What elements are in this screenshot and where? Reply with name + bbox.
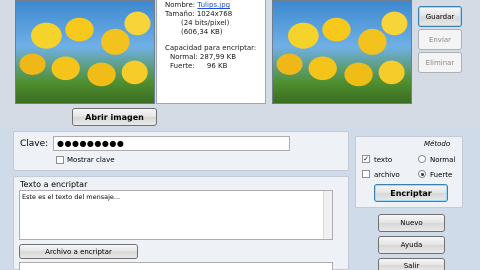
bits-value: (24 bits/pixel) [181, 19, 230, 27]
size-value: 1024x768 [196, 10, 233, 18]
fuerte-radio[interactable] [418, 170, 426, 178]
texto-checkbox-label: texto [374, 156, 393, 164]
texto-title: Texto a encriptar [20, 180, 88, 189]
file-name-link[interactable]: Tulips.jpg [197, 1, 230, 9]
fuerte-capacity-value: 96 KB [206, 62, 228, 70]
textarea-scrollbar[interactable] [323, 191, 332, 239]
normal-capacity-label: Normal: [170, 53, 198, 61]
eliminar-button[interactable]: Eliminar [418, 52, 462, 73]
message-text: Este es el texto del mensaje... [22, 193, 121, 201]
normal-radio[interactable] [418, 155, 426, 163]
archivo-checkbox-label: archivo [374, 171, 400, 179]
file-path-field[interactable] [19, 262, 333, 270]
metodo-title: Método [424, 140, 451, 148]
ayuda-button[interactable]: Ayuda [378, 236, 445, 254]
mostrar-clave-checkbox[interactable] [56, 156, 64, 164]
password-value: ●●●●●●●●● [57, 139, 125, 148]
guardar-button[interactable]: Guardar [418, 6, 462, 27]
abrir-imagen-button[interactable]: Abrir imagen [72, 108, 157, 126]
kb-value: (606,34 KB) [181, 28, 223, 36]
salir-button[interactable]: Salir [378, 258, 445, 270]
normal-capacity-value: 287,99 KB [199, 53, 237, 61]
fuerte-radio-label: Fuerte [430, 171, 453, 179]
clave-label: Clave: [20, 139, 49, 149]
archivo-checkbox[interactable] [362, 170, 370, 178]
original-image [15, 0, 155, 104]
password-input[interactable]: ●●●●●●●●● [53, 136, 290, 151]
nuevo-button[interactable]: Nuevo [378, 214, 445, 232]
image-info-panel: Nombre: Tulips.jpg Tamaño: 1024x768 (24 … [156, 0, 266, 104]
normal-radio-label: Normal [430, 156, 456, 164]
fuerte-capacity-label: Fuerte: [170, 62, 195, 70]
enviar-button[interactable]: Enviar [418, 29, 462, 50]
encrypted-image [272, 0, 412, 104]
capacity-label: Capacidad para encriptar: [165, 44, 257, 52]
mostrar-clave-label: Mostrar clave [67, 156, 115, 164]
name-label: Nombre: [165, 1, 196, 9]
size-label: Tamaño: [165, 10, 195, 18]
message-textarea[interactable]: Este es el texto del mensaje... [19, 190, 333, 240]
encriptar-button[interactable]: Encriptar [374, 184, 448, 202]
archivo-encriptar-button[interactable]: Archivo a encriptar [19, 244, 138, 259]
texto-checkbox[interactable]: ✓ [362, 155, 370, 163]
